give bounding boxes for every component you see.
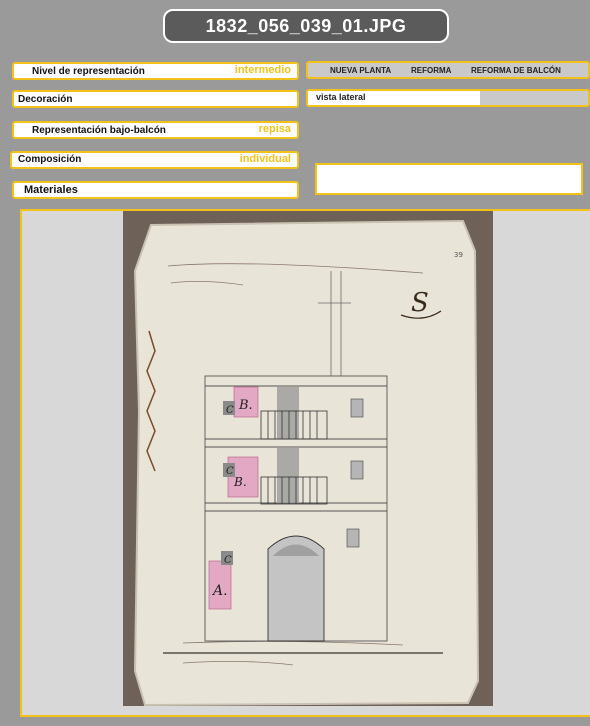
- room-label-2: B.: [238, 398, 253, 413]
- notes-box[interactable]: [315, 163, 583, 195]
- materiales-field[interactable]: Materiales: [12, 181, 299, 199]
- nivel-representacion-field[interactable]: Nivel de representación intermedio: [12, 62, 299, 80]
- composicion-label: Composición: [18, 154, 82, 165]
- scanned-document-image: S 39 C B. C B. C A.: [123, 211, 493, 707]
- type-tabs: NUEVA PLANTA REFORMA REFORMA DE BALCÓN: [306, 61, 590, 79]
- decoracion-label: Decoración: [18, 94, 73, 105]
- composicion-field[interactable]: Composición individual: [10, 151, 299, 169]
- nivel-representacion-value: intermedio: [234, 64, 291, 76]
- vista-field[interactable]: vista lateral: [306, 89, 590, 107]
- nivel-representacion-label: Nivel de representación: [32, 66, 145, 77]
- representacion-bajo-balcon-field[interactable]: Representación bajo-balcón repisa: [12, 121, 299, 139]
- composicion-value: individual: [239, 153, 291, 165]
- decoracion-field[interactable]: Decoración: [12, 90, 299, 108]
- representacion-bajo-balcon-label: Representación bajo-balcón: [32, 125, 166, 136]
- materiales-label: Materiales: [24, 184, 78, 196]
- file-title: 1832_056_039_01.JPG: [163, 9, 449, 43]
- representacion-bajo-balcon-value: repisa: [258, 123, 291, 135]
- room-label-1: C: [226, 405, 234, 416]
- tab-reforma-de-balcon[interactable]: REFORMA DE BALCÓN: [471, 66, 561, 75]
- sheet-signature: S: [411, 288, 429, 318]
- page-number: 39: [454, 251, 463, 259]
- vista-label: vista lateral: [316, 92, 366, 102]
- building-elevation-drawing: S 39 C B. C B. C A.: [133, 219, 480, 707]
- room-label-6: A.: [211, 583, 228, 599]
- tab-reforma[interactable]: REFORMA: [411, 66, 451, 75]
- tab-nueva-planta[interactable]: NUEVA PLANTA: [330, 66, 391, 75]
- room-label-4: B.: [233, 475, 247, 489]
- room-label-3: C: [226, 466, 234, 477]
- room-label-5: C: [224, 555, 232, 566]
